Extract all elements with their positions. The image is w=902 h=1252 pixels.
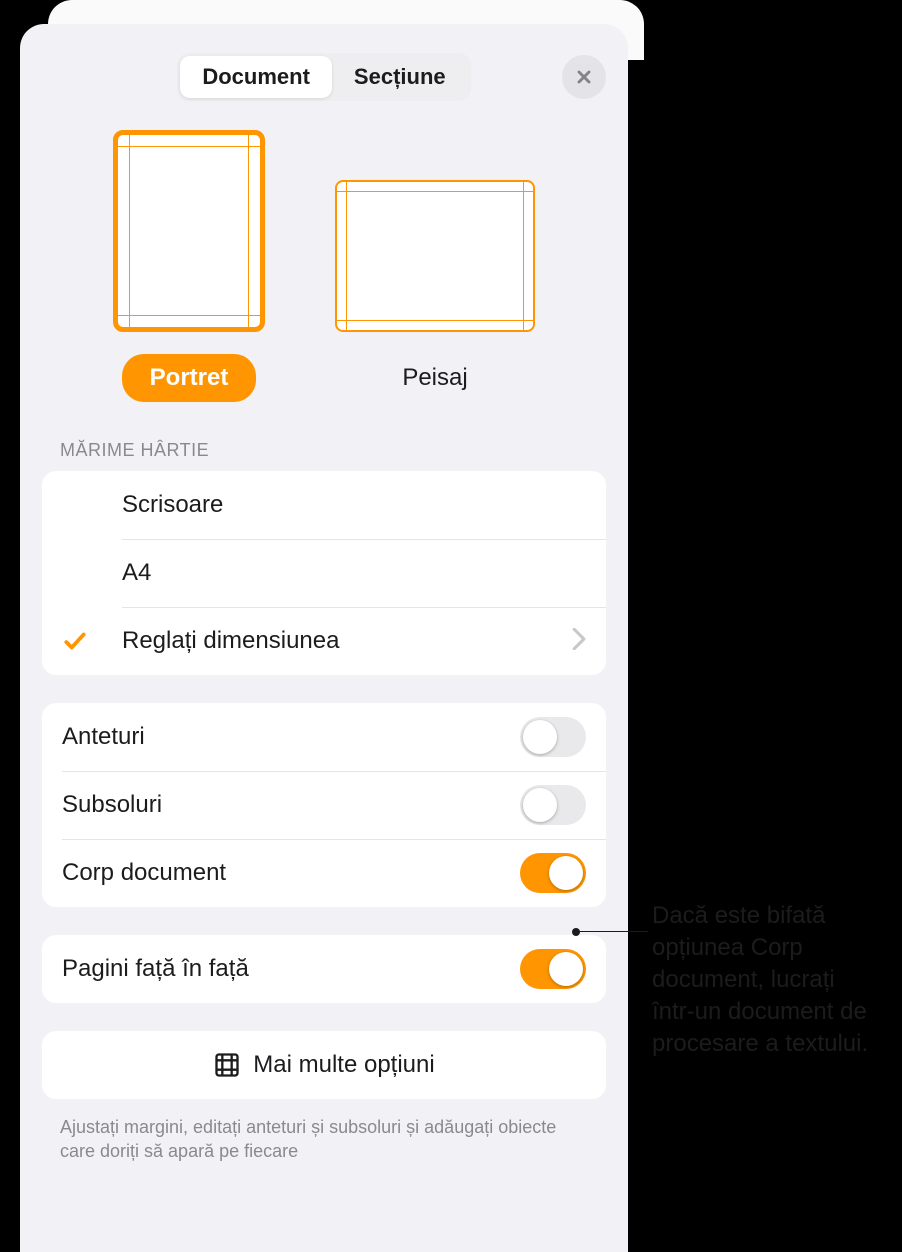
footers-toggle[interactable] (520, 785, 586, 825)
headers-row: Anteturi (42, 703, 606, 771)
ruler-icon (213, 1051, 241, 1079)
checkmark-icon (62, 628, 122, 654)
paper-size-a4[interactable]: A4 (42, 539, 606, 607)
paper-size-letter[interactable]: Scrisoare (42, 471, 606, 539)
headers-label: Anteturi (62, 723, 520, 751)
panel-header: Document Secțiune (42, 52, 606, 102)
tab-section[interactable]: Secțiune (332, 56, 468, 98)
orientation-landscape[interactable]: Peisaj (335, 130, 535, 402)
headers-toggle[interactable] (520, 717, 586, 757)
facing-pages-row: Pagini față în față (42, 935, 606, 1003)
orientation-selector: Portret Peisaj (42, 130, 606, 402)
callout-leader-line (576, 931, 648, 932)
footers-label: Subsoluri (62, 791, 520, 819)
close-icon (574, 67, 594, 87)
more-options-card: Mai multe opțiuni (42, 1031, 606, 1099)
document-body-row: Corp document (42, 839, 606, 907)
landscape-label: Peisaj (374, 354, 495, 402)
more-options-button[interactable]: Mai multe opțiuni (42, 1031, 606, 1099)
paper-size-custom-label: Reglați dimensiunea (122, 627, 572, 655)
paper-size-list: Scrisoare A4 Reglați dimensiunea (42, 471, 606, 675)
facing-pages-label: Pagini față în față (62, 955, 520, 983)
more-options-label: Mai multe opțiuni (253, 1051, 434, 1079)
document-options-panel: Document Secțiune Portret Peisaj Mărime … (20, 24, 628, 1252)
document-body-toggle[interactable] (520, 853, 586, 893)
facing-pages-list: Pagini față în față (42, 935, 606, 1003)
paper-size-heading: Mărime hârtie (60, 440, 606, 461)
facing-pages-toggle[interactable] (520, 949, 586, 989)
paper-size-letter-label: Scrisoare (122, 491, 586, 519)
portrait-thumbnail (113, 130, 265, 332)
landscape-thumbnail (335, 180, 535, 332)
chevron-right-icon (572, 628, 586, 655)
callout-text: Dacă este bifată opțiunea Corp document,… (652, 900, 884, 1060)
document-body-label: Corp document (62, 859, 520, 887)
orientation-portrait[interactable]: Portret (113, 130, 265, 402)
tab-document[interactable]: Document (180, 56, 332, 98)
document-structure-list: Anteturi Subsoluri Corp document (42, 703, 606, 907)
close-button[interactable] (562, 55, 606, 99)
footers-row: Subsoluri (42, 771, 606, 839)
footer-help-text: Ajustați margini, editați anteturi și su… (60, 1115, 588, 1164)
portrait-label: Portret (122, 354, 257, 402)
paper-size-a4-label: A4 (122, 559, 586, 587)
paper-size-custom[interactable]: Reglați dimensiunea (42, 607, 606, 675)
tab-segmented-control: Document Secțiune (177, 53, 470, 101)
